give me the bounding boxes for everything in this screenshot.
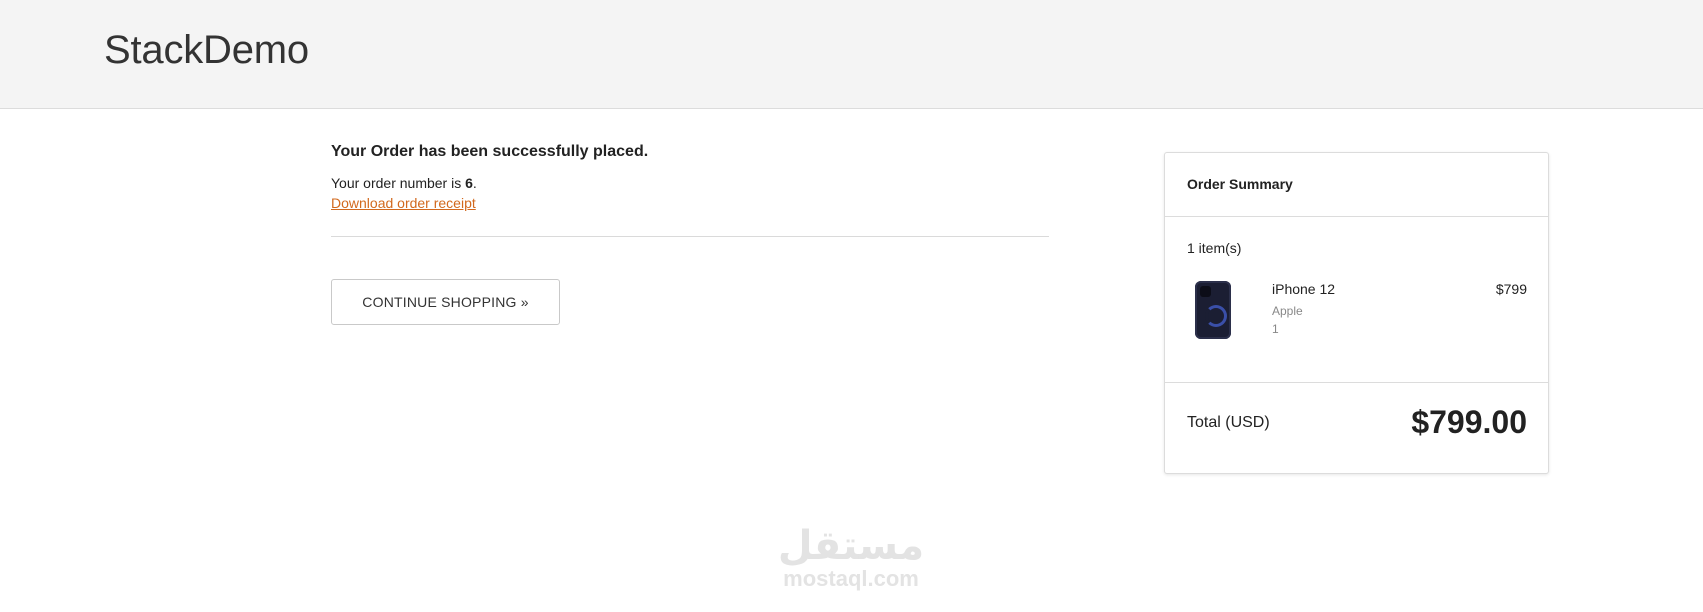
order-number: 6 <box>465 175 473 191</box>
order-total: Total (USD) $799.00 <box>1165 383 1548 473</box>
order-number-prefix: Your order number is <box>331 175 466 191</box>
item-name: iPhone 12 <box>1272 281 1336 297</box>
camera-icon <box>1200 286 1211 297</box>
item-brand: Apple <box>1272 304 1303 318</box>
order-number-line: Your order number is 6. <box>331 175 1049 191</box>
total-label: Total (USD) <box>1187 414 1270 431</box>
confirmation-title: Your Order has been successfully placed. <box>331 143 649 160</box>
order-summary-card: Order Summary 1 item(s) iPhone 12 Apple … <box>1164 152 1549 474</box>
site-header: StackDemo <box>0 0 1703 109</box>
order-summary-items: 1 item(s) iPhone 12 Apple 1 $799 <box>1165 217 1548 383</box>
item-price: $799 <box>1495 281 1527 297</box>
watermark: مستقل mostaql.com <box>771 526 931 592</box>
continue-shopping-button[interactable]: CONTINUE SHOPPING » <box>331 279 560 325</box>
download-receipt-link[interactable]: Download order receipt <box>331 195 476 211</box>
wallpaper-icon <box>1205 305 1227 327</box>
item-quantity: 1 <box>1272 322 1279 336</box>
item-count: 1 item(s) <box>1187 240 1242 256</box>
order-number-suffix: . <box>472 175 477 191</box>
watermark-latin: mostaql.com <box>783 566 919 591</box>
order-summary-title: Order Summary <box>1165 153 1548 217</box>
phone-icon <box>1195 281 1231 339</box>
order-confirmation: Your Order has been successfully placed.… <box>331 143 1049 325</box>
page: StackDemo Your Order has been successful… <box>0 0 1703 612</box>
divider <box>331 236 1049 237</box>
total-value: $799.00 <box>1411 404 1527 440</box>
watermark-arabic: مستقل <box>777 523 925 569</box>
brand-logo[interactable]: StackDemo <box>104 28 309 73</box>
